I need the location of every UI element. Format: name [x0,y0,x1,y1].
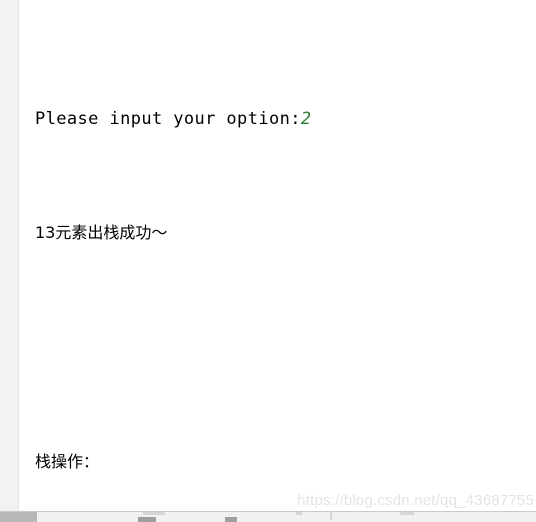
csdn-watermark: https://blog.csdn.net/qq_43687755 [297,492,534,509]
run-console-window: Please input your option:2 13元素出栈成功～ 栈操作… [0,0,536,512]
ghost-toolbar-label-2 [296,512,302,515]
bottom-left-gray-block [0,512,37,522]
bottom-toolbar-strip [0,512,536,522]
console-gutter [0,0,19,512]
console-output-text[interactable]: Please input your option:2 13元素出栈成功～ 栈操作… [35,19,530,512]
ghost-toolbar-icon-1[interactable] [138,517,156,522]
console-line-menu-title: 栈操作： [35,451,100,471]
console-line-blank-1 [35,334,530,363]
user-input-1: 2 [300,108,312,129]
ghost-toolbar-label-3 [400,512,414,515]
ghost-toolbar-separator [330,512,332,520]
ghost-toolbar-label-1 [143,512,165,515]
console-line-prompt-1: Please input your option:2 [35,105,530,134]
ghost-toolbar-icon-2[interactable] [225,517,237,522]
prompt-label-1: Please input your option: [35,108,301,129]
console-line-pop-result: 13元素出栈成功～ [35,223,168,243]
